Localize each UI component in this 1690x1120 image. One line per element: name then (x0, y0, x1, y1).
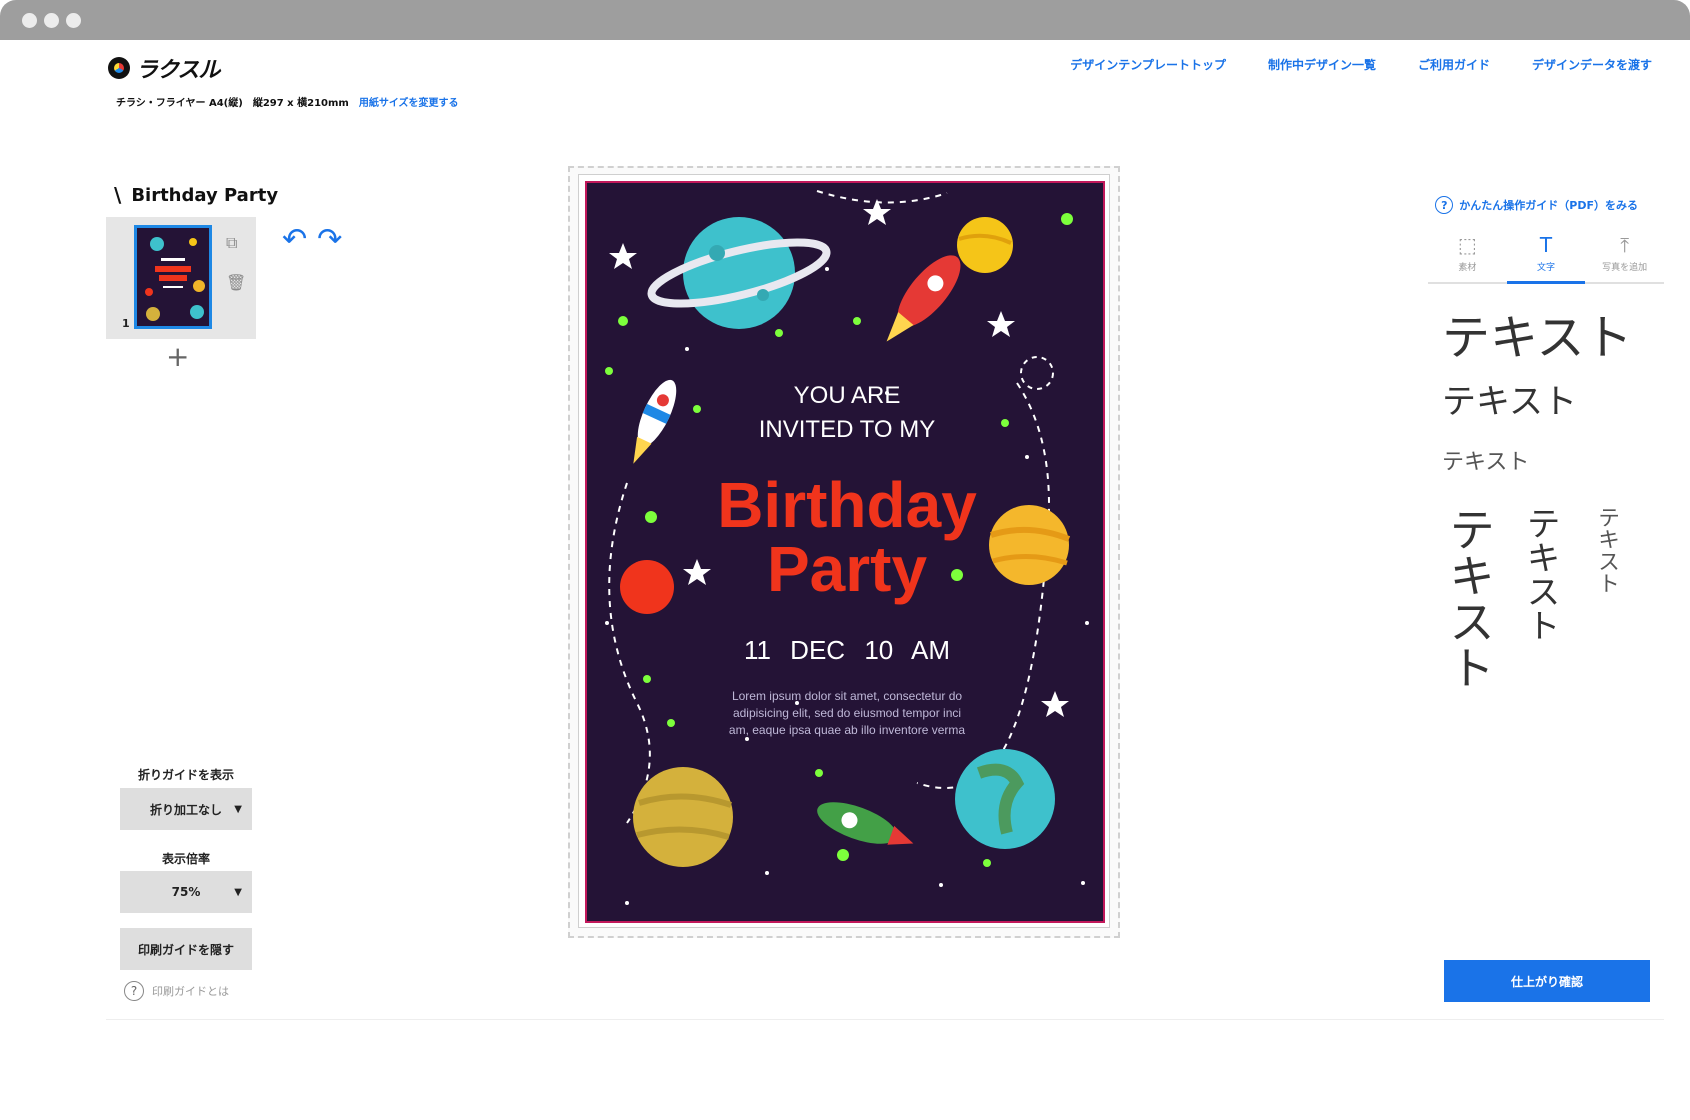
thumbnail-preview-icon (137, 228, 209, 326)
duplicate-page-icon[interactable]: ⧉ (226, 233, 237, 253)
gold-planet-icon (633, 767, 733, 867)
edit-slash-icon: \ (114, 183, 122, 207)
flyer-time: 10 AM (864, 635, 951, 665)
text-sample-medium[interactable]: テキスト (1442, 374, 1577, 423)
print-guide-help-link[interactable]: ? 印刷ガイドとは (124, 981, 229, 1001)
vertical-text-sample-large[interactable]: テキスト (1436, 506, 1502, 690)
preview-confirm-button[interactable]: 仕上がり確認 (1444, 960, 1650, 1002)
product-name: チラシ・フライヤー A4(縦) (116, 98, 243, 109)
title-line-1: Birthday (717, 469, 977, 541)
design-canvas[interactable]: YOU ARE INVITED TO MY Birthday Party 11 … (578, 174, 1110, 928)
text-icon: T (1539, 233, 1553, 257)
flyer-artboard[interactable]: YOU ARE INVITED TO MY Birthday Party 11 … (585, 181, 1105, 923)
upload-icon: ⤒ (1620, 233, 1630, 257)
delete-page-icon[interactable]: 🗑 (226, 273, 246, 292)
invite-line-2: INVITED TO MY (758, 416, 936, 443)
vertical-text-sample-small[interactable]: テキスト (1590, 506, 1622, 594)
tool-tabs: ⬚ 素材 T 文字 ⤒ 写真を追加 (1428, 234, 1664, 284)
page-number: 1 (122, 317, 130, 330)
pdf-guide-link[interactable]: ? かんたん操作ガイド（PDF）をみる (1435, 196, 1638, 214)
flyer-title-text[interactable]: Birthday Party (587, 469, 1103, 605)
logo-mark-icon (108, 57, 130, 79)
print-guide-help-text: 印刷ガイドとは (152, 985, 229, 998)
shapes-icon: ⬚ (1457, 233, 1477, 257)
yellow-planet-icon (957, 217, 1013, 273)
footer-divider (106, 1019, 1664, 1020)
window-maximize-dot[interactable] (66, 13, 81, 28)
pdf-guide-text: かんたん操作ガイド（PDF）をみる (1459, 199, 1638, 212)
text-sample-small[interactable]: テキスト (1442, 444, 1529, 476)
logo[interactable]: ラクスル (108, 52, 220, 84)
top-nav: デザインテンプレートトップ 制作中デザイン一覧 ご利用ガイド デザインデータを渡… (1070, 56, 1652, 73)
tab-add-photo-label: 写真を追加 (1602, 263, 1648, 273)
tab-text-label: 文字 (1537, 263, 1556, 273)
nav-template-top[interactable]: デザインテンプレートトップ (1070, 56, 1226, 73)
product-size: 縦297 x 横210mm (252, 98, 349, 109)
tab-materials-label: 素材 (1458, 263, 1477, 273)
fold-guide-select[interactable]: 折り加工なし ▼ (120, 788, 252, 830)
nav-submit-data[interactable]: デザインデータを渡す (1532, 56, 1652, 73)
flyer-body-text[interactable]: Lorem ipsum dolor sit amet, consectetur … (727, 688, 967, 739)
window-titlebar (0, 0, 1690, 40)
history-controls: ↶ ↷ (282, 225, 342, 255)
zoom-label: 表示倍率 (161, 852, 210, 866)
invite-line-1: YOU ARE (793, 382, 901, 409)
question-icon: ? (1435, 196, 1454, 214)
chevron-down-icon: ▼ (234, 886, 242, 898)
tab-materials[interactable]: ⬚ 素材 (1428, 234, 1507, 282)
zoom-select[interactable]: 75% ▼ (120, 871, 252, 913)
question-icon: ? (124, 981, 144, 1001)
logo-text: ラクスル (136, 58, 220, 83)
window-close-dot[interactable] (22, 13, 37, 28)
text-sample-large[interactable]: テキスト (1442, 298, 1633, 368)
chevron-down-icon: ▼ (234, 803, 242, 815)
flyer-invite-text[interactable]: YOU ARE INVITED TO MY (587, 379, 1103, 447)
flyer-date-text[interactable]: 11 DEC 10 AM (587, 635, 1103, 666)
change-size-link[interactable]: 用紙サイズを変更する (359, 94, 459, 109)
ringed-planet-icon (683, 217, 795, 329)
undo-icon[interactable]: ↶ (282, 225, 307, 255)
title-line-2: Party (766, 533, 928, 605)
tab-text[interactable]: T 文字 (1506, 233, 1586, 284)
product-spec: チラシ・フライヤー A4(縦) 縦297 x 横210mm 用紙サイズを変更する (116, 94, 459, 109)
hide-print-guide-button[interactable]: 印刷ガイドを隠す (120, 928, 252, 970)
page-thumbnail[interactable] (134, 225, 212, 329)
nav-designs-in-progress[interactable]: 制作中デザイン一覧 (1268, 56, 1376, 73)
fold-guide-value: 折り加工なし (149, 802, 222, 817)
design-title-text: Birthday Party (131, 184, 279, 206)
zoom-value: 75% (171, 885, 201, 899)
fold-guide-label: 折りガイドを表示 (137, 768, 234, 782)
add-page-button[interactable]: + (166, 343, 189, 371)
design-title[interactable]: \ Birthday Party (114, 183, 278, 207)
nav-usage-guide[interactable]: ご利用ガイド (1418, 56, 1490, 73)
flyer-date: 11 DEC (743, 635, 846, 665)
window-minimize-dot[interactable] (44, 13, 59, 28)
tab-add-photo[interactable]: ⤒ 写真を追加 (1585, 234, 1664, 282)
page-tray: 1 ⧉ 🗑 (106, 217, 256, 339)
redo-icon[interactable]: ↷ (317, 225, 342, 255)
vertical-text-sample-medium[interactable]: テキスト (1516, 506, 1565, 642)
